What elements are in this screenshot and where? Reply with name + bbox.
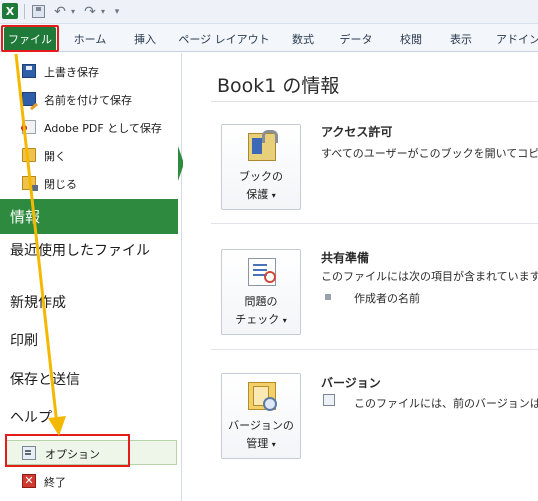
exit-icon: ✕ xyxy=(22,474,36,488)
save-label: 上書き保存 xyxy=(44,66,99,79)
pdf-icon xyxy=(21,120,36,134)
prepare-for-sharing-text: このファイルには次の項目が含まれています xyxy=(321,270,538,283)
tab-formulas[interactable]: 数式 xyxy=(286,28,320,50)
section-divider xyxy=(211,349,538,350)
protect-workbook-button[interactable]: ブックの 保護 ▾ xyxy=(221,124,301,210)
tab-home[interactable]: ホーム xyxy=(70,28,110,50)
undo-icon[interactable]: ↶ xyxy=(52,3,68,20)
tab-review[interactable]: 校閲 xyxy=(394,28,428,50)
section-divider xyxy=(211,223,538,224)
info-pane: Book1 の情報 ブックの 保護 ▾ アクセス許可 すべてのユーザーがこのブッ… xyxy=(183,53,538,501)
save-as-icon xyxy=(22,92,36,106)
open-label: 開く xyxy=(44,150,66,163)
save-icon xyxy=(22,64,36,78)
title-divider xyxy=(211,101,538,102)
permissions-heading: アクセス許可 xyxy=(321,125,393,139)
check-for-issues-label-2: チェック ▾ xyxy=(235,313,287,326)
close-command[interactable]: 閉じる xyxy=(0,171,182,195)
tab-insert[interactable]: 挿入 xyxy=(128,28,162,50)
author-name-item: 作成者の名前 xyxy=(354,292,420,305)
options-highlight-box xyxy=(5,434,130,467)
document-icon xyxy=(323,394,335,406)
check-for-issues-icon xyxy=(248,258,276,286)
save-as-label: 名前を付けて保存 xyxy=(44,94,132,107)
redo-icon[interactable]: ↷ xyxy=(82,3,98,20)
quick-access-toolbar: X ↶ ▾ ↷ ▾ ▾ xyxy=(0,0,538,24)
excel-logo-icon[interactable]: X xyxy=(2,3,18,19)
check-for-issues-label-1: 問題の xyxy=(244,295,278,308)
tab-recent[interactable]: 最近使用したファイル xyxy=(10,241,150,261)
tab-data[interactable]: データ xyxy=(336,28,376,50)
toolbar-separator xyxy=(24,4,25,19)
exit-command[interactable]: ✕ 終了 xyxy=(0,469,182,493)
manage-versions-button[interactable]: バージョンの 管理 ▾ xyxy=(221,373,301,459)
prepare-for-sharing-heading: 共有準備 xyxy=(321,251,370,265)
protect-workbook-label-1: ブックの xyxy=(239,170,283,183)
folder-open-icon xyxy=(22,148,36,162)
tab-view[interactable]: 表示 xyxy=(444,28,478,50)
open-command[interactable]: 開く xyxy=(0,143,182,167)
page-title: Book1 の情報 xyxy=(217,75,340,97)
save-command[interactable]: 上書き保存 xyxy=(0,59,182,83)
tab-help[interactable]: ヘルプ xyxy=(10,408,150,428)
redo-dropdown-icon[interactable]: ▾ xyxy=(99,3,107,20)
ribbon-tab-bar: ファイル ホーム 挿入 ページ レイアウト 数式 データ 校閲 表示 アドイン xyxy=(0,24,538,52)
protect-workbook-label-2: 保護 ▾ xyxy=(246,188,276,201)
versions-text: このファイルには、前のバージョンはあ xyxy=(354,397,538,410)
save-pdf-command[interactable]: Adobe PDF として保存 xyxy=(0,115,182,139)
tab-info[interactable]: 情報 xyxy=(0,199,178,234)
protect-workbook-icon xyxy=(248,130,278,161)
save-as-command[interactable]: 名前を付けて保存 xyxy=(0,87,182,111)
folder-close-icon xyxy=(22,176,38,191)
save-icon[interactable] xyxy=(30,3,46,20)
manage-versions-icon xyxy=(248,382,277,411)
save-pdf-label: Adobe PDF として保存 xyxy=(44,122,162,135)
check-for-issues-button[interactable]: 問題の チェック ▾ xyxy=(221,249,301,335)
tab-print[interactable]: 印刷 xyxy=(10,331,150,351)
exit-label: 終了 xyxy=(44,476,66,489)
permissions-text: すべてのユーザーがこのブックを開いてコピー xyxy=(321,147,538,160)
tab-page-layout[interactable]: ページ レイアウト xyxy=(178,28,270,50)
bullet-icon xyxy=(325,294,331,300)
tab-save-and-send[interactable]: 保存と送信 xyxy=(10,370,150,390)
file-tab-highlight-box xyxy=(1,25,59,52)
manage-versions-label-1: バージョンの xyxy=(228,419,294,432)
undo-dropdown-icon[interactable]: ▾ xyxy=(69,3,77,20)
tab-new[interactable]: 新規作成 xyxy=(10,293,150,313)
tab-addins[interactable]: アドイン xyxy=(496,28,538,50)
customize-toolbar-icon[interactable]: ▾ xyxy=(112,3,122,20)
versions-heading: バージョン xyxy=(321,376,381,390)
manage-versions-label-2: 管理 ▾ xyxy=(246,437,276,450)
close-label: 閉じる xyxy=(44,178,77,191)
